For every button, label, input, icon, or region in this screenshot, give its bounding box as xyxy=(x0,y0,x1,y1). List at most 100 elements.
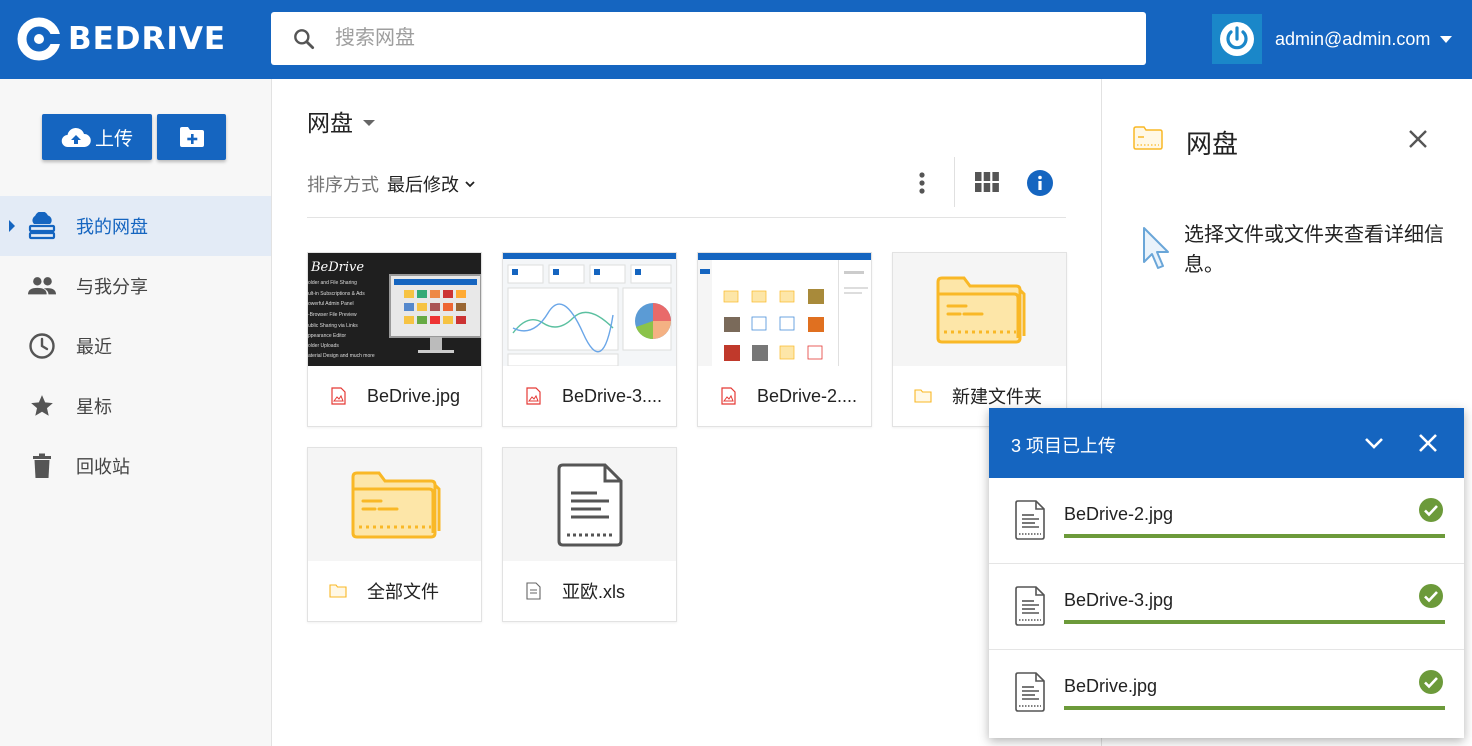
file-name: 新建文件夹 xyxy=(952,387,1042,407)
new-folder-button[interactable] xyxy=(157,114,226,160)
chevron-down-icon[interactable] xyxy=(1363,432,1385,454)
image-file-icon xyxy=(721,387,736,405)
sort-value[interactable]: 最后修改 xyxy=(387,171,459,197)
bedrive-promo-image: BeDrive older and File Sharing ult-in Su… xyxy=(308,253,481,366)
logo[interactable]: BEDRIVE xyxy=(16,16,226,62)
bedrive-logo-icon xyxy=(17,17,62,61)
file-thumbnail xyxy=(893,253,1066,366)
caret-down-icon[interactable] xyxy=(363,119,375,126)
upload-button[interactable]: 上传 xyxy=(42,114,152,160)
check-circle-icon xyxy=(1419,670,1443,694)
upload-button-label: 上传 xyxy=(94,128,133,150)
file-card[interactable]: BeDrive older and File Sharing ult-in Su… xyxy=(307,252,482,427)
folder-plus-icon xyxy=(179,127,204,147)
details-title: 网盘 xyxy=(1186,129,1239,159)
file-meta: 亚欧.xls xyxy=(503,561,676,621)
thumb-feature: owerful Admin Panel xyxy=(308,301,354,307)
file-name: BeDrive-3.... xyxy=(562,385,663,406)
caret-right-icon[interactable] xyxy=(9,220,15,232)
document-icon xyxy=(1015,500,1045,540)
folder-icon xyxy=(329,584,347,598)
folder-icon xyxy=(351,471,440,538)
folder-icon xyxy=(1133,126,1163,150)
sidebar: 上传 我的网盘 与我分享 最近 星标 回收站 xyxy=(0,79,272,746)
file-name: BeDrive.jpg xyxy=(367,385,461,406)
document-icon xyxy=(1015,586,1045,626)
file-meta: BeDrive.jpg xyxy=(308,366,481,426)
file-card[interactable]: 全部文件 xyxy=(307,447,482,622)
file-thumbnail xyxy=(698,253,871,366)
sidebar-item-label: 回收站 xyxy=(76,457,130,477)
more-vert-icon[interactable] xyxy=(910,169,934,197)
folder-icon xyxy=(936,276,1025,343)
breadcrumb[interactable]: 网盘 xyxy=(307,104,375,138)
sidebar-item-label: 与我分享 xyxy=(76,277,148,297)
file-card[interactable]: 新建文件夹 xyxy=(892,252,1067,427)
chevron-down-icon[interactable] xyxy=(465,180,475,188)
grid-view-icon[interactable] xyxy=(975,172,999,192)
sort-control: 排序方式 最后修改 xyxy=(307,171,475,197)
upload-progress-bar xyxy=(1064,706,1445,710)
file-card[interactable]: BeDrive-3.... xyxy=(502,252,677,427)
drive-screenshot-image xyxy=(698,253,871,366)
sidebar-item-shared-with-me[interactable]: 与我分享 xyxy=(0,256,271,316)
file-card[interactable]: 亚欧.xls xyxy=(502,447,677,622)
account-menu[interactable]: admin@admin.com xyxy=(1212,14,1453,64)
sidebar-item-my-drive[interactable]: 我的网盘 xyxy=(0,196,271,256)
dashboard-screenshot-image xyxy=(503,253,676,366)
search-icon xyxy=(294,28,315,49)
file-meta: BeDrive-3.... xyxy=(503,366,676,426)
power-icon xyxy=(1220,22,1254,56)
upload-item: BeDrive.jpg xyxy=(989,650,1464,736)
file-thumbnail xyxy=(503,253,676,366)
upload-item: BeDrive-2.jpg xyxy=(989,478,1464,564)
file-card[interactable]: BeDrive-2.... xyxy=(697,252,872,427)
breadcrumb-current[interactable]: 网盘 xyxy=(307,104,353,138)
thumb-feature: ublic Sharing via Links xyxy=(308,323,358,329)
upload-progress-fill xyxy=(1064,620,1445,624)
upload-progress-bar xyxy=(1064,620,1445,624)
avatar[interactable] xyxy=(1212,14,1262,64)
file-thumbnail: BeDrive older and File Sharing ult-in Su… xyxy=(308,253,481,366)
thumb-feature: -Browser File Preview xyxy=(308,312,357,318)
image-file-icon xyxy=(331,387,346,405)
thumb-feature: aterial Design and much more xyxy=(308,353,375,359)
thumb-feature: older Uploads xyxy=(308,343,339,349)
file-thumbnail xyxy=(503,448,676,561)
file-browser: 网盘 排序方式 最后修改 BeDrive older and File Shar xyxy=(272,79,1101,746)
clock-icon xyxy=(28,332,56,360)
sidebar-item-label: 我的网盘 xyxy=(76,217,148,237)
sort-label: 排序方式 xyxy=(307,175,379,195)
thumb-feature: older and File Sharing xyxy=(308,280,357,286)
details-hint: 选择文件或文件夹查看详细信息。 xyxy=(1184,224,1444,276)
chevron-down-icon[interactable] xyxy=(1440,35,1453,43)
file-name: BeDrive-2.... xyxy=(757,385,858,406)
star-icon xyxy=(28,392,56,420)
sidebar-item-trash[interactable]: 回收站 xyxy=(0,436,271,496)
toolbar-divider xyxy=(954,157,955,207)
document-icon xyxy=(557,463,622,546)
upload-file-name: BeDrive-2.jpg xyxy=(1064,504,1174,524)
sidebar-item-starred[interactable]: 星标 xyxy=(0,376,271,436)
thumb-feature: ult-in Subscriptions & Ads xyxy=(308,291,365,297)
sidebar-item-label: 最近 xyxy=(76,337,112,357)
trash-icon xyxy=(28,452,56,480)
sidebar-item-recent[interactable]: 最近 xyxy=(0,316,271,376)
upload-item: BeDrive-3.jpg xyxy=(989,564,1464,650)
search-input[interactable] xyxy=(335,27,1095,50)
account-email[interactable]: admin@admin.com xyxy=(1275,29,1430,50)
upload-progress-fill xyxy=(1064,706,1445,710)
document-icon xyxy=(526,582,541,600)
search-bar xyxy=(271,12,1146,65)
check-circle-icon xyxy=(1419,584,1443,608)
upload-progress-bar xyxy=(1064,534,1445,538)
close-icon[interactable] xyxy=(1408,129,1428,149)
upload-progress-fill xyxy=(1064,534,1445,538)
cloud-upload-icon xyxy=(61,127,91,148)
divider xyxy=(307,217,1066,218)
file-name: 全部文件 xyxy=(367,582,439,602)
upload-file-name: BeDrive.jpg xyxy=(1064,676,1158,696)
close-icon[interactable] xyxy=(1417,432,1439,454)
info-icon[interactable] xyxy=(1027,170,1053,196)
top-header: BEDRIVE admin@admin.com xyxy=(0,0,1472,79)
